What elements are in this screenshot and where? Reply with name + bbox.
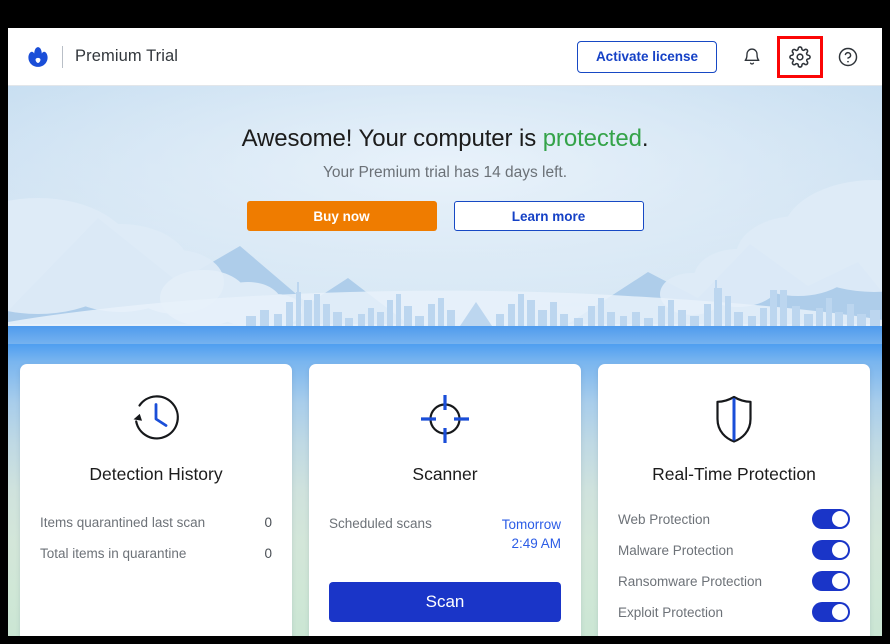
- scheduled-scans-value[interactable]: Tomorrow 2:49 AM: [502, 515, 561, 553]
- activate-license-button[interactable]: Activate license: [576, 40, 717, 73]
- buy-now-button[interactable]: Buy now: [246, 201, 437, 231]
- stat-label: Items quarantined last scan: [40, 515, 206, 530]
- shield-protection-icon: [716, 395, 752, 443]
- malwarebytes-logo-icon: [28, 46, 48, 67]
- detection-history-stats: Items quarantined last scan 0 Total item…: [40, 515, 272, 561]
- scheduled-scans-label: Scheduled scans: [329, 516, 432, 531]
- brand-area: Premium Trial: [26, 45, 178, 69]
- detection-history-card[interactable]: Detection History Items quarantined last…: [20, 364, 292, 636]
- ransomware-protection-toggle[interactable]: [812, 571, 850, 591]
- real-time-protection-title: Real-Time Protection: [652, 464, 816, 484]
- headline-prefix: Awesome! Your computer is: [241, 125, 543, 152]
- header-actions: Activate license: [576, 35, 865, 78]
- scanner-icon-wrap: [329, 388, 561, 450]
- dashboard-cards-area: Detection History Items quarantined last…: [8, 344, 882, 636]
- detection-history-title: Detection History: [89, 464, 223, 484]
- notifications-button[interactable]: [735, 40, 769, 74]
- scanner-title: Scanner: [412, 464, 478, 484]
- hero-banner: Awesome! Your computer is protected. You…: [8, 86, 882, 344]
- help-button[interactable]: [831, 40, 865, 74]
- headline-status-word: protected: [542, 125, 642, 152]
- scanner-body: Scheduled scans Tomorrow 2:49 AM: [329, 515, 561, 553]
- real-time-protection-card[interactable]: Real-Time Protection Web Protection Malw…: [598, 364, 870, 636]
- stat-value: 0: [264, 546, 272, 561]
- toggle-knob: [832, 573, 848, 589]
- settings-gear-icon: [789, 45, 811, 68]
- hero-content: Awesome! Your computer is protected. You…: [8, 86, 882, 231]
- toggle-knob: [832, 511, 848, 527]
- protection-label: Exploit Protection: [618, 604, 724, 620]
- protection-row-ransomware: Ransomware Protection: [618, 571, 850, 591]
- scheduled-time: 2:49 AM: [511, 536, 561, 552]
- stat-value: 0: [264, 515, 272, 530]
- app-header: Premium Trial Activate license: [8, 28, 882, 86]
- help-question-icon: [838, 47, 858, 66]
- notification-bell-icon: [744, 47, 760, 65]
- stat-label: Total items in quarantine: [40, 546, 187, 561]
- protection-label: Ransomware Protection: [618, 573, 763, 589]
- hero-headline: Awesome! Your computer is protected.: [8, 125, 882, 153]
- exploit-protection-toggle[interactable]: [812, 602, 850, 622]
- protection-row-web: Web Protection: [618, 509, 850, 529]
- protection-row-exploit: Exploit Protection: [618, 602, 850, 622]
- stat-row: Items quarantined last scan 0: [40, 515, 272, 530]
- protection-label: Web Protection: [618, 511, 711, 527]
- protection-toggle-list: Web Protection Malware Protection Ransom…: [618, 509, 850, 622]
- scheduled-scans-row: Scheduled scans Tomorrow 2:49 AM: [329, 515, 561, 553]
- settings-button-highlighted[interactable]: [777, 35, 823, 78]
- toggle-knob: [832, 604, 848, 620]
- malware-protection-toggle[interactable]: [812, 540, 850, 560]
- stat-row: Total items in quarantine 0: [40, 546, 272, 561]
- hero-subline: Your Premium trial has 14 days left.: [322, 164, 568, 181]
- detection-history-icon-wrap: [40, 388, 272, 450]
- learn-more-button[interactable]: Learn more: [453, 201, 644, 231]
- protection-icon-wrap: [618, 388, 850, 450]
- brand-divider: [62, 45, 63, 68]
- toggle-knob: [832, 542, 848, 558]
- protection-label: Malware Protection: [618, 542, 734, 558]
- dashboard-cards-row: Detection History Items quarantined last…: [20, 364, 870, 636]
- malwarebytes-application-window: Premium Trial Activate license Awesome! …: [8, 28, 882, 636]
- crosshair-target-icon: [421, 395, 469, 443]
- hero-button-group: Buy now Learn more: [8, 201, 882, 231]
- protection-row-malware: Malware Protection: [618, 540, 850, 560]
- scanner-card[interactable]: Scanner Scheduled scans Tomorrow 2:49 AM…: [309, 364, 581, 636]
- web-protection-toggle[interactable]: [812, 509, 850, 529]
- scheduled-day: Tomorrow: [501, 517, 561, 532]
- scan-button[interactable]: Scan: [329, 582, 561, 622]
- product-title: Premium Trial: [75, 47, 179, 65]
- headline-suffix: .: [641, 125, 649, 152]
- clock-history-icon: [133, 395, 179, 440]
